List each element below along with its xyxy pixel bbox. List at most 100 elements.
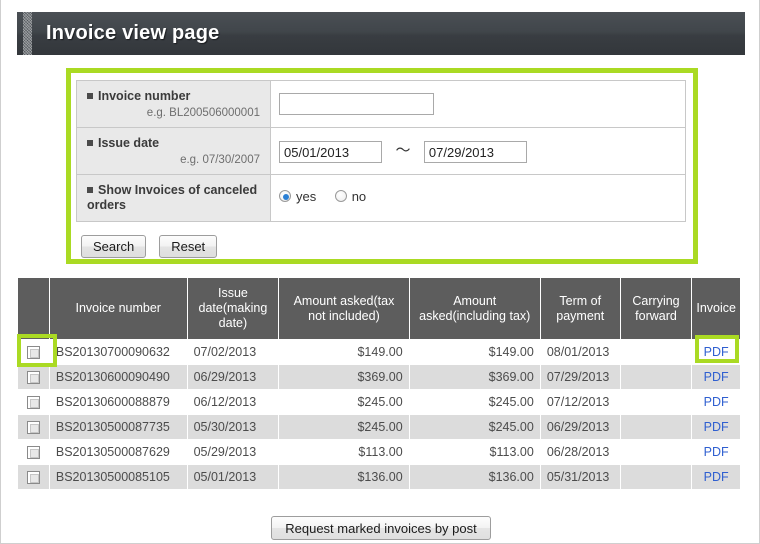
cell-amount-excl-tax: $245.00 — [278, 414, 410, 440]
checkbox-icon[interactable] — [26, 446, 40, 460]
date-range-separator: 〜 — [395, 141, 411, 159]
pdf-link[interactable]: PDF — [704, 470, 729, 484]
cell-invoice-pdf: PDF — [691, 464, 741, 490]
field-invoice-number-cell — [270, 80, 686, 128]
bullet-icon — [87, 93, 93, 99]
search-row-issue-date: Issue date e.g. 07/30/2007 〜 — [76, 127, 686, 175]
header-carrying-forward: Carrying forward — [619, 277, 693, 340]
field-issue-date-cell: 〜 — [270, 127, 686, 175]
cell-invoice-number: BS20130600088879 — [48, 389, 188, 415]
row-select-cell[interactable] — [17, 389, 50, 415]
cell-carrying-forward — [619, 414, 693, 440]
footer-bar: Request marked invoices by post — [1, 516, 760, 540]
label-issue-date-text: Issue date — [98, 136, 160, 150]
table-row: BS20130700090632 07/02/2013 $149.00 $149.00… — [17, 339, 741, 365]
bullet-icon — [87, 140, 93, 146]
issue-date-from-input[interactable] — [279, 141, 382, 164]
search-form-buttons: Search Reset — [81, 235, 218, 258]
row-select-cell[interactable] — [17, 364, 50, 390]
row-select-cell[interactable] — [17, 439, 50, 465]
radio-canceled-no-label: no — [351, 188, 367, 204]
results-table-body: BS20130700090632 07/02/2013 $149.00 $149.00… — [17, 339, 741, 490]
cell-invoice-number: BS20130500087735 — [48, 414, 188, 440]
checkbox-icon[interactable] — [26, 371, 40, 385]
search-button[interactable]: Search — [81, 235, 147, 258]
radio-canceled-yes-label: yes — [296, 188, 317, 204]
cell-amount-excl-tax: $149.00 — [278, 339, 410, 365]
pdf-link[interactable]: PDF — [704, 420, 729, 434]
radio-canceled-yes[interactable]: yes — [279, 189, 316, 204]
cell-amount-incl-tax: $113.00 — [408, 439, 541, 465]
pdf-link[interactable]: PDF — [704, 445, 729, 459]
cell-invoice-pdf: PDF — [691, 414, 741, 440]
pdf-link[interactable]: PDF — [704, 370, 729, 384]
cell-term-of-payment: 07/29/2013 — [539, 364, 621, 390]
header-amount-excl-tax: Amount asked(tax not included) — [278, 277, 410, 340]
checkbox-icon[interactable] — [26, 346, 40, 360]
cell-issue-date: 05/30/2013 — [186, 414, 280, 440]
cell-carrying-forward — [619, 339, 693, 365]
cell-term-of-payment: 05/31/2013 — [539, 464, 621, 490]
pdf-link[interactable]: PDF — [704, 345, 729, 359]
label-invoice-number: Invoice number e.g. BL200506000001 — [76, 80, 271, 128]
search-row-canceled-orders: Show Invoices of canceled orders yes no — [76, 174, 686, 222]
cell-carrying-forward — [619, 464, 693, 490]
invoice-view-page: Invoice view page Invoice number e.g. BL… — [0, 0, 760, 544]
header-issue-date: Issue date(making date) — [186, 277, 280, 340]
checkbox-icon[interactable] — [26, 396, 40, 410]
invoice-results-table: Invoice number Issue date(making date) A… — [17, 277, 741, 490]
cell-amount-incl-tax: $245.00 — [408, 414, 541, 440]
cell-issue-date: 05/29/2013 — [186, 439, 280, 465]
cell-carrying-forward — [619, 364, 693, 390]
label-canceled-orders: Show Invoices of canceled orders — [76, 174, 271, 222]
hint-invoice-number: e.g. BL200506000001 — [146, 107, 260, 119]
cell-carrying-forward — [619, 389, 693, 415]
radio-unselected-icon — [334, 190, 347, 203]
cell-invoice-number: BS20130500087629 — [48, 439, 188, 465]
checkbox-icon[interactable] — [26, 421, 40, 435]
table-row: BS20130600090490 06/29/2013 $369.00 $369.00… — [17, 364, 741, 390]
row-select-cell[interactable] — [17, 414, 50, 440]
request-marked-invoices-button[interactable]: Request marked invoices by post — [271, 516, 491, 540]
cell-amount-incl-tax: $149.00 — [408, 339, 541, 365]
bullet-icon — [87, 187, 93, 193]
cell-carrying-forward — [619, 439, 693, 465]
cell-term-of-payment: 06/29/2013 — [539, 414, 621, 440]
row-select-cell[interactable] — [17, 339, 50, 365]
cell-amount-excl-tax: $245.00 — [278, 389, 410, 415]
field-canceled-orders-cell: yes no — [270, 174, 686, 222]
cell-invoice-number: BS20130600090490 — [48, 364, 188, 390]
cell-term-of-payment: 06/28/2013 — [539, 439, 621, 465]
row-select-cell[interactable] — [17, 464, 50, 490]
cell-invoice-number: BS20130700090632 — [48, 339, 188, 365]
cell-amount-incl-tax: $136.00 — [408, 464, 541, 490]
search-row-invoice-number: Invoice number e.g. BL200506000001 — [76, 80, 686, 128]
page-title: Invoice view page — [46, 22, 220, 44]
cell-invoice-pdf: PDF — [691, 339, 741, 365]
results-table-head: Invoice number Issue date(making date) A… — [17, 277, 741, 340]
page-header: Invoice view page — [17, 12, 745, 55]
cell-amount-incl-tax: $369.00 — [408, 364, 541, 390]
cell-issue-date: 05/01/2013 — [186, 464, 280, 490]
table-row: BS20130600088879 06/12/2013 $245.00 $245.00… — [17, 389, 741, 415]
label-invoice-number-text: Invoice number — [98, 89, 191, 103]
reset-button[interactable]: Reset — [159, 235, 218, 258]
issue-date-to-input[interactable] — [423, 141, 527, 164]
header-select — [17, 277, 50, 340]
cell-invoice-pdf: PDF — [691, 364, 741, 390]
table-row: BS20130500087629 05/29/2013 $113.00 $113.00… — [17, 439, 741, 465]
cell-amount-excl-tax: $136.00 — [278, 464, 410, 490]
checkbox-icon[interactable] — [26, 471, 40, 485]
search-form: Invoice number e.g. BL200506000001 Issue… — [76, 80, 686, 222]
header-amount-incl-tax: Amount asked(including tax) — [408, 277, 541, 340]
cell-issue-date: 06/29/2013 — [186, 364, 280, 390]
table-row: BS20130500087735 05/30/2013 $245.00 $245.00… — [17, 414, 741, 440]
header-invoice-number: Invoice number — [48, 277, 188, 340]
results-header-row: Invoice number Issue date(making date) A… — [17, 277, 741, 340]
invoice-number-input[interactable] — [279, 93, 434, 115]
radio-selected-icon — [279, 190, 291, 203]
radio-canceled-no[interactable]: no — [334, 188, 367, 204]
cell-term-of-payment: 08/01/2013 — [539, 339, 621, 365]
cell-invoice-number: BS20130500085105 — [48, 464, 188, 490]
pdf-link[interactable]: PDF — [704, 395, 729, 409]
